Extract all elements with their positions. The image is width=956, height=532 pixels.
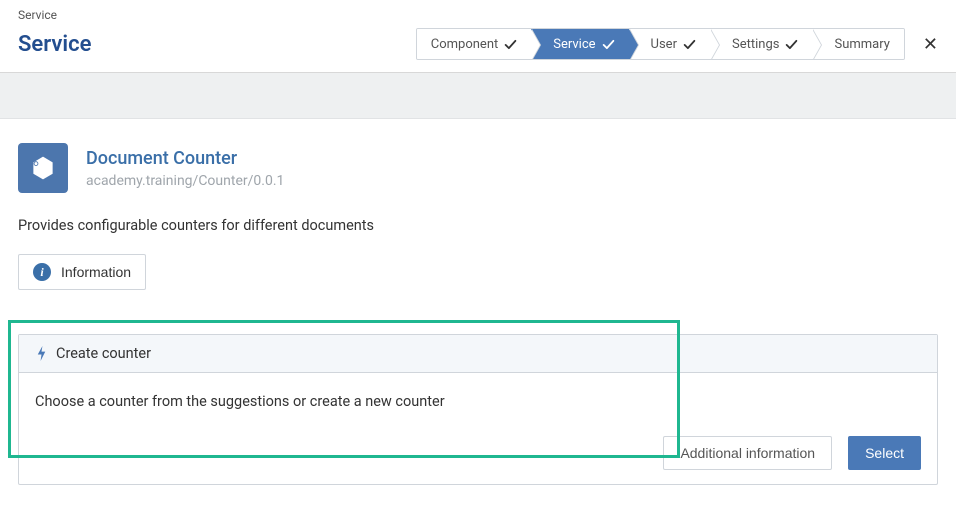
service-icon <box>18 143 68 193</box>
card-header: Create counter <box>19 335 937 373</box>
wizard-step-label: Summary <box>834 37 889 52</box>
wizard: Component Service User Settings <box>416 28 938 60</box>
page-title: Service <box>18 32 91 57</box>
check-icon <box>602 38 615 51</box>
card-body: Choose a counter from the suggestions or… <box>19 373 937 426</box>
information-button-label: Information <box>61 264 131 280</box>
close-button[interactable]: ✕ <box>923 34 938 55</box>
service-titles: Document Counter academy.training/Counte… <box>86 148 284 189</box>
wizard-step-label: Settings <box>732 37 779 52</box>
wizard-step-label: User <box>651 37 677 52</box>
wizard-step-summary[interactable]: Summary <box>812 29 903 59</box>
bolt-icon <box>35 346 48 361</box>
wizard-step-component[interactable]: Component <box>417 29 532 59</box>
service-header: Document Counter academy.training/Counte… <box>18 143 938 193</box>
check-icon <box>683 38 696 51</box>
counter-card: Create counter Choose a counter from the… <box>18 334 938 485</box>
card-footer: Additional information Select <box>19 426 937 484</box>
card-wrap: Create counter Choose a counter from the… <box>18 334 938 485</box>
content: Document Counter academy.training/Counte… <box>0 119 956 485</box>
card-header-label: Create counter <box>56 345 151 362</box>
service-description: Provides configurable counters for diffe… <box>18 217 938 234</box>
service-title: Document Counter <box>86 148 284 169</box>
info-icon: i <box>33 263 51 281</box>
select-button[interactable]: Select <box>848 436 921 470</box>
wizard-step-user[interactable]: User <box>629 29 710 59</box>
wizard-step-label: Service <box>553 37 595 52</box>
wizard-step-service[interactable]: Service <box>531 29 628 59</box>
additional-information-button[interactable]: Additional information <box>663 436 832 470</box>
gray-bar <box>0 73 956 119</box>
service-path: academy.training/Counter/0.0.1 <box>86 173 284 189</box>
wizard-step-settings[interactable]: Settings <box>710 29 812 59</box>
breadcrumb: Service <box>0 0 956 22</box>
wizard-steps: Component Service User Settings <box>416 28 905 60</box>
wizard-step-label: Component <box>431 37 499 52</box>
check-icon <box>785 38 798 51</box>
check-icon <box>504 38 517 51</box>
information-button[interactable]: i Information <box>18 254 146 290</box>
header: Service Component Service User <box>0 22 956 73</box>
